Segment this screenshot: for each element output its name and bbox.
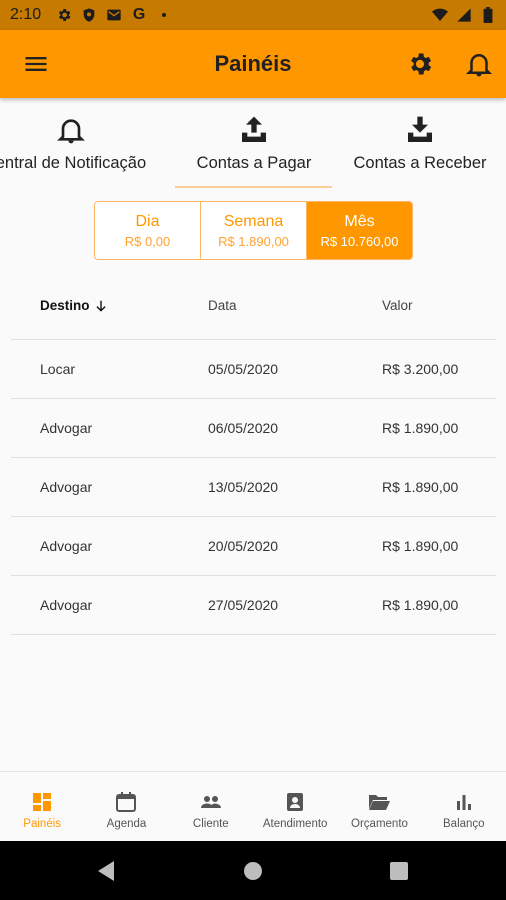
period-semana-button[interactable]: Semana R$ 1.890,00	[201, 202, 307, 259]
cell-valor: R$ 1.890,00	[382, 479, 459, 495]
nav-label: Orçamento	[351, 818, 408, 830]
menu-button[interactable]	[22, 50, 50, 78]
battery-icon	[480, 7, 496, 23]
status-time: 2:10	[10, 6, 42, 23]
cell-valor: R$ 1.890,00	[382, 420, 459, 436]
status-bar: 2:10 G	[0, 0, 506, 30]
google-icon: G	[132, 6, 146, 23]
nav-orcamento[interactable]: Orçamento	[337, 772, 421, 841]
cell-destino: Advogar	[40, 420, 93, 436]
arrow-down-icon	[95, 300, 106, 312]
calendar-icon	[116, 792, 137, 812]
cell-destino: Advogar	[40, 538, 93, 554]
tab-label: Contas a Receber	[353, 154, 487, 172]
column-header-valor[interactable]: Valor	[382, 298, 413, 313]
nav-label: Atendimento	[262, 818, 328, 830]
system-nav-bar	[0, 841, 506, 900]
bell-icon	[57, 119, 85, 144]
cell-data: 06/05/2020	[208, 420, 279, 436]
nav-agenda[interactable]: Agenda	[84, 772, 168, 841]
period-dia-button[interactable]: Dia R$ 0,00	[95, 202, 201, 259]
gear-icon	[411, 53, 432, 75]
nav-label: Agenda	[106, 818, 147, 830]
nav-label: Cliente	[192, 818, 229, 830]
nav-label: Balanço	[443, 818, 485, 830]
gear-icon	[56, 7, 72, 23]
table-row[interactable]: Advogar 06/05/2020 R$ 1.890,00	[11, 399, 496, 458]
tab-contas-pagar[interactable]: Contas a Pagar	[176, 98, 332, 190]
cell-valor: R$ 1.890,00	[382, 597, 459, 613]
column-header-label: Destino	[40, 298, 90, 313]
payments-table: Destino Data Valor Locar 05/05/2020 R$ 3…	[11, 270, 496, 635]
mail-icon	[106, 7, 122, 23]
people-icon	[200, 796, 221, 808]
settings-button[interactable]	[406, 50, 434, 78]
nav-cliente[interactable]: Cliente	[169, 772, 253, 841]
dashboard-icon	[33, 793, 52, 811]
cell-destino: Advogar	[40, 479, 93, 495]
wifi-icon	[432, 7, 448, 23]
tab-central-notificacao[interactable]: Central de Notificação	[0, 98, 146, 190]
table-header: Destino Data Valor	[11, 270, 496, 340]
table-row[interactable]: Locar 05/05/2020 R$ 3.200,00	[11, 340, 496, 399]
cell-data: 05/05/2020	[208, 361, 279, 377]
tab-label: Central de Notificação	[0, 154, 146, 172]
tab-bar: Central de Notificação Contas a Pagar Co…	[0, 98, 506, 190]
cell-valor: R$ 3.200,00	[382, 361, 459, 377]
period-label: Mês	[344, 212, 375, 230]
folder-open-icon	[369, 795, 391, 810]
cell-valor: R$ 1.890,00	[382, 538, 459, 554]
table-row[interactable]: Advogar 20/05/2020 R$ 1.890,00	[11, 517, 496, 576]
cell-destino: Advogar	[40, 597, 93, 613]
tab-label: Contas a Pagar	[196, 154, 312, 172]
nav-atendimento[interactable]: Atendimento	[253, 772, 337, 841]
column-header-destino[interactable]: Destino	[40, 298, 108, 313]
cell-data: 27/05/2020	[208, 597, 279, 613]
bar-chart-icon	[456, 795, 471, 810]
cell-destino: Locar	[40, 361, 76, 377]
bottom-nav: Painéis Agenda Cliente Atendimento Orçam…	[0, 771, 506, 841]
nav-paineis[interactable]: Painéis	[0, 772, 84, 841]
table-row[interactable]: Advogar 13/05/2020 R$ 1.890,00	[11, 458, 496, 517]
menu-icon	[25, 57, 47, 71]
cell-data: 13/05/2020	[208, 479, 279, 495]
period-label: Dia	[135, 212, 160, 230]
period-label: Semana	[223, 212, 284, 230]
tab-indicator	[175, 186, 332, 188]
upload-icon	[242, 116, 266, 142]
app-bar: Painéis	[0, 30, 506, 98]
signal-icon	[456, 7, 472, 23]
home-icon[interactable]	[244, 862, 262, 880]
period-value: R$ 10.760,00	[320, 233, 399, 249]
period-value: R$ 1.890,00	[218, 233, 289, 249]
download-icon	[408, 116, 432, 142]
dot-icon	[156, 7, 172, 23]
table-row[interactable]: Advogar 27/05/2020 R$ 1.890,00	[11, 576, 496, 635]
nav-balanco[interactable]: Balanço	[422, 772, 506, 841]
column-header-data[interactable]: Data	[208, 298, 237, 313]
nav-label: Painéis	[23, 818, 62, 830]
period-mes-button[interactable]: Mês R$ 10.760,00	[307, 202, 412, 259]
cell-data: 20/05/2020	[208, 538, 279, 554]
back-icon[interactable]	[96, 860, 116, 882]
period-selector: Dia R$ 0,00 Semana R$ 1.890,00 Mês R$ 10…	[94, 201, 413, 260]
shield-icon	[81, 7, 97, 23]
tab-contas-receber[interactable]: Contas a Receber	[340, 98, 500, 190]
bell-icon	[465, 54, 493, 77]
notifications-button[interactable]	[464, 49, 494, 79]
contact-card-icon	[287, 793, 304, 811]
recent-apps-icon[interactable]	[390, 862, 408, 880]
period-value: R$ 0,00	[124, 233, 171, 249]
